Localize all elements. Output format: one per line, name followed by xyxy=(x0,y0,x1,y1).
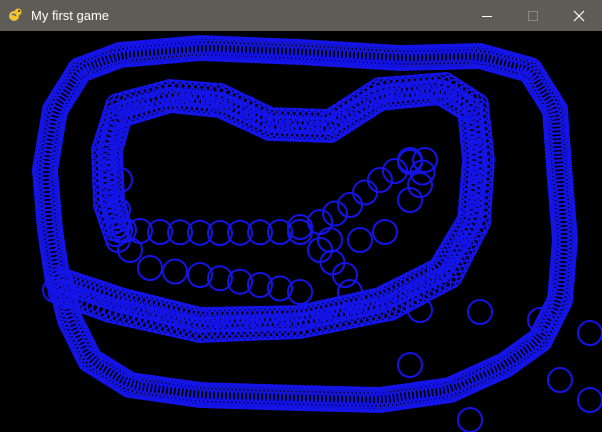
trail-circle xyxy=(467,299,493,325)
trail-circle xyxy=(137,255,163,281)
trail-circle xyxy=(322,200,348,227)
window-title: My first game xyxy=(31,8,110,23)
maximize-icon xyxy=(528,10,538,21)
trail-circle xyxy=(162,258,188,285)
circle-trail xyxy=(32,35,602,432)
trail-circle xyxy=(337,192,363,218)
trail-circle xyxy=(347,227,373,253)
close-icon xyxy=(573,10,585,21)
game-canvas[interactable] xyxy=(0,31,602,432)
minimize-icon xyxy=(482,15,492,17)
trail-circle xyxy=(577,387,602,413)
minimize-button[interactable] xyxy=(464,0,510,31)
trail-circle xyxy=(332,262,358,288)
trail-circle xyxy=(397,352,423,378)
maximize-button[interactable] xyxy=(510,0,556,31)
trail-circle xyxy=(577,320,602,346)
trail-circle xyxy=(547,367,573,393)
trail-circle xyxy=(307,237,333,263)
game-window: My first game xyxy=(0,0,602,432)
trail-circle xyxy=(352,179,378,206)
trail-circle xyxy=(372,219,398,245)
trail-circle xyxy=(457,407,483,432)
title-bar[interactable]: My first game xyxy=(0,0,602,31)
trail-circle xyxy=(319,249,346,276)
pygame-snake-icon xyxy=(8,7,24,23)
trail-circle xyxy=(317,227,343,253)
close-button[interactable] xyxy=(556,0,602,31)
